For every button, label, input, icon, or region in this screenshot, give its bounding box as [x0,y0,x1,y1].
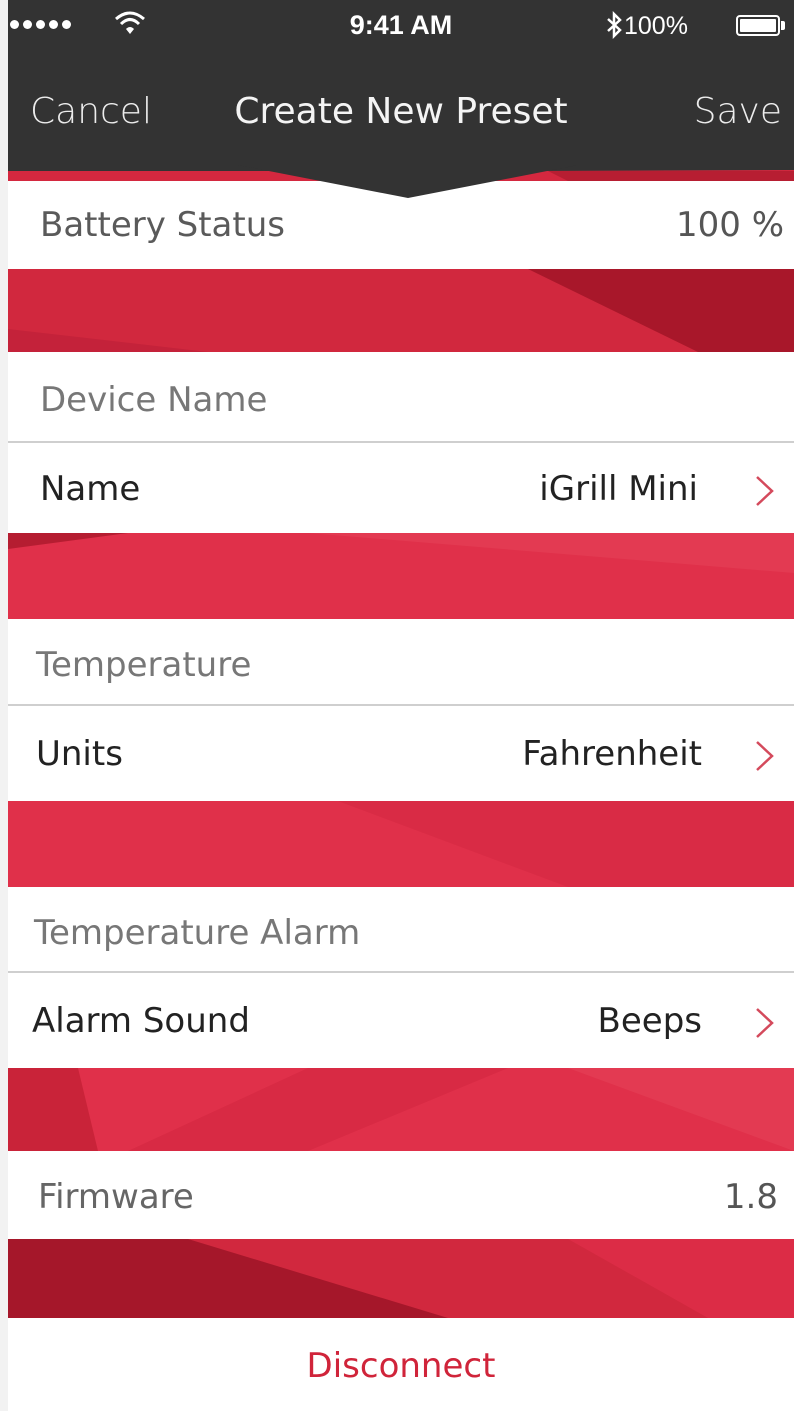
battery-icon [736,15,780,36]
battery-percent: 100% [624,12,688,40]
chevron-right-icon [756,1008,774,1038]
units-value: Fahrenheit [522,734,702,774]
chevron-right-icon [756,741,774,771]
red-band [8,1239,794,1318]
alarm-sound-label: Alarm Sound [32,1001,250,1041]
alarm-sound-row[interactable]: Alarm Sound Beeps [8,973,794,1068]
navigation-bar: Cancel Create New Preset Save [8,55,794,165]
temperature-alarm-header-label: Temperature Alarm [34,913,361,953]
chevron-right-icon [756,476,774,506]
name-label: Name [40,469,141,509]
disconnect-label: Disconnect [306,1346,496,1386]
status-bar: 9:41 AM 100% [8,0,794,55]
firmware-row: Firmware 1.8 [8,1151,794,1239]
firmware-label: Firmware [38,1177,194,1217]
settings-screen: 9:41 AM 100% Cancel Create New Preset Sa… [8,0,794,1411]
name-value: iGrill Mini [539,469,698,509]
alarm-sound-value: Beeps [597,1001,702,1041]
battery-status-value: 100 % [675,205,784,245]
disconnect-button[interactable]: Disconnect [8,1318,794,1411]
battery-status-label: Battery Status [40,205,285,245]
red-band [8,1068,794,1151]
device-name-row[interactable]: Name iGrill Mini [8,443,794,533]
temperature-header: Temperature [8,619,794,705]
save-button[interactable]: Save [694,91,782,132]
battery-tip [781,21,785,30]
firmware-value: 1.8 [723,1177,778,1217]
temperature-alarm-header: Temperature Alarm [8,887,794,972]
bluetooth-icon [607,11,622,39]
device-name-header-label: Device Name [40,380,268,420]
device-name-header: Device Name [8,352,794,442]
temperature-header-label: Temperature [36,645,252,685]
page-title: Create New Preset [234,91,568,132]
red-band [8,533,794,619]
red-band [8,801,794,887]
red-band [8,269,794,352]
units-row[interactable]: Units Fahrenheit [8,706,794,801]
units-label: Units [36,734,123,774]
nav-notch [238,165,578,198]
